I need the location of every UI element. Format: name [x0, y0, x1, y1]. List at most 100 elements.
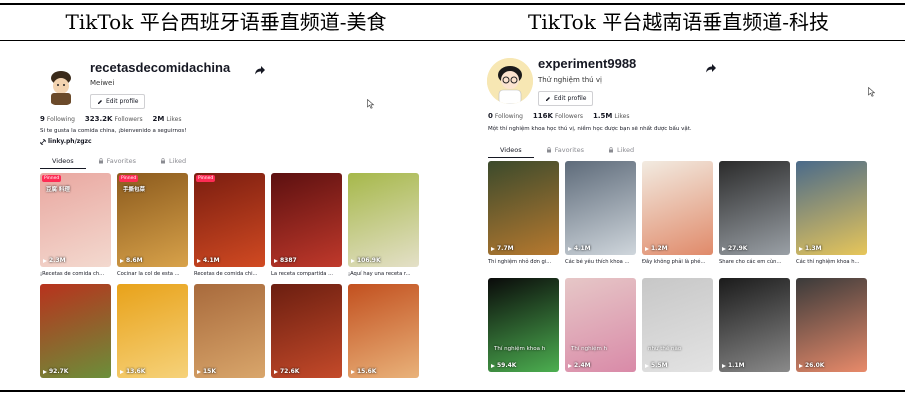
video-card[interactable]: Thí nghiệm h 2.4M [565, 278, 636, 372]
profile-tabs: Videos Favorites Liked [40, 154, 198, 169]
video-card[interactable]: 1.3M Các thí nghiệm khoa h... [796, 161, 867, 266]
video-thumbnail[interactable]: 4.1M [565, 161, 636, 255]
video-thumbnail[interactable]: 26.0K [796, 278, 867, 372]
profile-panel-spanish-food: recetasdecomidachina Meiwei Edit profile… [37, 50, 422, 378]
video-thumbnail[interactable]: Pinned 手撕包菜 8.6M [117, 173, 188, 267]
tab-videos[interactable]: Videos [40, 154, 86, 169]
share-icon[interactable] [254, 64, 266, 76]
video-thumbnail[interactable]: 1.1M [719, 278, 790, 372]
video-thumbnail[interactable]: Thí nghiệm khoa h 59.4K [488, 278, 559, 372]
video-card[interactable]: 72.6K [271, 284, 342, 378]
tab-videos[interactable]: Videos [488, 143, 534, 158]
video-thumbnail[interactable]: 27.9K [719, 161, 790, 255]
video-card[interactable]: 13.6K [117, 284, 188, 378]
share-icon[interactable] [705, 62, 717, 74]
video-thumbnail[interactable]: như thế nào 5.5M [642, 278, 713, 372]
video-card[interactable]: Pinned 豆腐 料理 2.3M ¡Recetas de comida ch... [40, 173, 111, 278]
play-icon [351, 369, 355, 374]
view-count-value: 2.4M [574, 362, 591, 369]
video-card[interactable]: 1.1M [719, 278, 790, 372]
video-thumbnail[interactable]: 92.7K [40, 284, 111, 378]
bio: Một thí nghiệm khoa học thú vị, niềm học… [488, 126, 692, 132]
profile-tabs: Videos Favorites Liked [488, 143, 646, 158]
video-card[interactable]: Pinned 手撕包菜 8.6M Cocinar la col de esta ... [117, 173, 188, 278]
video-overlay-text: 手撕包菜 [123, 187, 146, 193]
view-count-value: 72.6K [280, 368, 300, 375]
avatar[interactable] [487, 58, 533, 104]
video-title[interactable]: Recetas de comida chi... [194, 270, 265, 278]
view-count: 8.6M [120, 257, 143, 264]
video-card[interactable]: 1.2M Đây không phải là phé... [642, 161, 713, 266]
play-icon [799, 363, 803, 368]
video-title[interactable]: ¡Aquí hay una receta r... [348, 270, 419, 278]
play-icon [568, 363, 572, 368]
profile-panel-vietnamese-tech: experiment9988 Thử nghiệm thú vị Edit pr… [485, 50, 875, 378]
video-card[interactable]: 15K [194, 284, 265, 378]
play-icon [722, 363, 726, 368]
view-count-value: 4.1M [574, 245, 591, 252]
video-card[interactable]: 106.9K ¡Aquí hay una receta r... [348, 173, 419, 278]
view-count-value: 7.7M [497, 245, 514, 252]
play-icon [722, 246, 726, 251]
tab-favorites[interactable]: Favorites [86, 154, 148, 168]
video-card[interactable]: 26.0K [796, 278, 867, 372]
edit-profile-button[interactable]: Edit profile [538, 91, 594, 106]
video-card[interactable]: Pinned 4.1M Recetas de comida chi... [194, 173, 265, 278]
video-title[interactable]: Thí nghiệm nhỏ đơn gi... [488, 258, 559, 266]
video-title[interactable]: Đây không phải là phé... [642, 258, 713, 266]
video-card[interactable]: 4.1M Các bé yêu thích khoa ... [565, 161, 636, 266]
profile-stats: 9 Following 323.2K Followers 2M Likes [40, 115, 189, 123]
edit-profile-button[interactable]: Edit profile [90, 94, 146, 109]
video-thumbnail[interactable]: Thí nghiệm h 2.4M [565, 278, 636, 372]
avatar[interactable] [41, 66, 81, 106]
profile-link[interactable]: linky.ph/zgzc [40, 138, 92, 145]
play-icon [197, 258, 201, 263]
video-thumbnail[interactable]: Pinned 4.1M [194, 173, 265, 267]
edit-profile-label: Edit profile [106, 98, 139, 105]
video-card[interactable]: 15.6K [348, 284, 419, 378]
stat-likes: 2M Likes [152, 115, 182, 123]
video-thumbnail[interactable]: 72.6K [271, 284, 342, 378]
play-icon [274, 258, 278, 263]
view-count: 26.0K [799, 362, 824, 369]
video-thumbnail[interactable]: 1.3M [796, 161, 867, 255]
play-icon [645, 246, 649, 251]
caption-rule [0, 40, 905, 41]
video-title[interactable]: Share cho các em cùn... [719, 258, 790, 266]
video-thumbnail[interactable]: 13.6K [117, 284, 188, 378]
edit-icon [546, 96, 550, 101]
lock-icon [160, 158, 165, 164]
video-thumbnail[interactable]: 15.6K [348, 284, 419, 378]
view-count-value: 15.6K [357, 368, 377, 375]
video-card[interactable]: 8387 La receta compartida ... [271, 173, 342, 278]
video-card[interactable]: Thí nghiệm khoa h 59.4K [488, 278, 559, 372]
video-thumbnail[interactable]: 1.2M [642, 161, 713, 255]
video-title[interactable]: ¡Recetas de comida ch... [40, 270, 111, 278]
view-count-value: 59.4K [497, 362, 517, 369]
video-thumbnail[interactable]: 15K [194, 284, 265, 378]
video-title[interactable]: Các bé yêu thích khoa ... [565, 258, 636, 266]
video-title[interactable]: Các thí nghiệm khoa h... [796, 258, 867, 266]
view-count: 5.5M [645, 362, 668, 369]
video-card[interactable]: 7.7M Thí nghiệm nhỏ đơn gi... [488, 161, 559, 266]
video-thumbnail[interactable]: 7.7M [488, 161, 559, 255]
video-thumbnail[interactable]: 8387 [271, 173, 342, 267]
tab-liked[interactable]: Liked [148, 154, 198, 168]
pinned-badge: Pinned [42, 175, 62, 182]
video-card[interactable]: 92.7K [40, 284, 111, 378]
chef-avatar-icon [41, 66, 81, 106]
video-card[interactable]: 27.9K Share cho các em cùn... [719, 161, 790, 266]
view-count: 72.6K [274, 368, 299, 375]
video-thumbnail[interactable]: 106.9K [348, 173, 419, 267]
video-title[interactable]: La receta compartida ... [271, 270, 342, 278]
username: recetasdecomidachina [90, 60, 231, 75]
video-thumbnail[interactable]: Pinned 豆腐 料理 2.3M [40, 173, 111, 267]
view-count-value: 15K [203, 368, 216, 375]
play-icon [197, 369, 201, 374]
tab-favorites[interactable]: Favorites [534, 143, 596, 157]
view-count: 13.6K [120, 368, 145, 375]
video-title[interactable]: Cocinar la col de esta ... [117, 270, 188, 278]
video-card[interactable]: như thế nào 5.5M [642, 278, 713, 372]
tab-liked[interactable]: Liked [596, 143, 646, 157]
view-count-value: 27.9K [728, 245, 748, 252]
